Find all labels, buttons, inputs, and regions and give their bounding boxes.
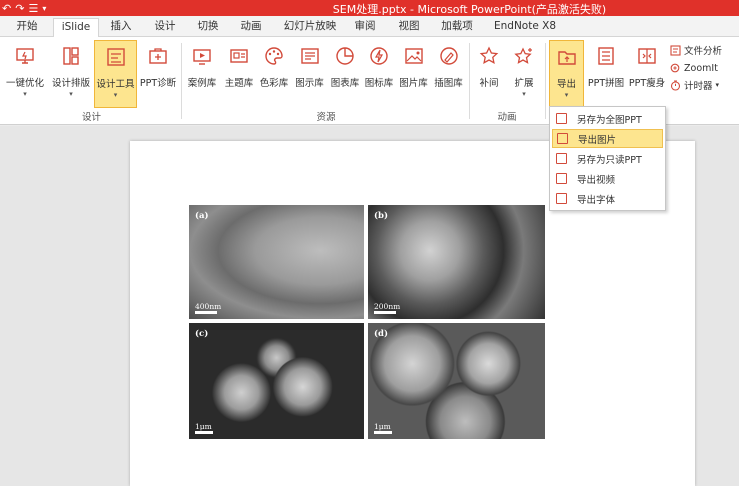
chart-library-button[interactable]: 图表库 (328, 40, 362, 108)
menu-item-export-fonts[interactable]: 导出字体 (552, 189, 663, 208)
tab-transitions[interactable]: 切换 (193, 18, 223, 37)
menu-item-save-as-readonly-ppt[interactable]: 另存为只读PPT (552, 149, 663, 168)
scale-bar (195, 311, 217, 314)
zoom-icon (670, 63, 680, 72)
tab-review[interactable]: 审阅 (350, 18, 380, 37)
file-analysis-icon (670, 44, 681, 56)
illustration-library-button[interactable]: 插图库 (431, 40, 466, 108)
one-click-optimize-button[interactable]: 一键优化 ▾ (4, 40, 46, 108)
ppt-file-icon (556, 113, 567, 124)
chevron-down-icon: ▾ (113, 91, 118, 99)
tab-endnote[interactable]: EndNote X8 (492, 18, 558, 37)
case-library-button[interactable]: 案例库 (184, 40, 220, 108)
bolt-icon (370, 47, 388, 65)
menu-item-export-video[interactable]: 导出视频 (552, 169, 663, 188)
tab-islide[interactable]: iSlide (53, 18, 99, 37)
medical-kit-icon (149, 48, 167, 64)
star-extend-icon (514, 47, 532, 64)
palette-icon (265, 47, 283, 65)
chevron-down-icon: ▾ (69, 90, 73, 98)
image-icon (404, 48, 423, 64)
sem-image-c[interactable]: (c) 1μm (189, 323, 364, 439)
diagram-library-button[interactable]: 图示库 (292, 40, 327, 108)
chevron-down-icon: ▾ (715, 81, 720, 89)
tab-home[interactable]: 开始 (12, 18, 42, 37)
tab-addins[interactable]: 加载项 (436, 18, 478, 37)
slides-icon (193, 49, 211, 65)
design-layout-button[interactable]: 设计排版 ▾ (49, 40, 93, 108)
layout-icon (63, 47, 79, 65)
sem-image-a[interactable]: (a) 400nm (189, 205, 364, 319)
tween-button[interactable]: 补间 (472, 40, 506, 108)
group-label-design: 设计 (81, 112, 101, 123)
scale-bar (374, 431, 392, 434)
export-folder-icon (557, 51, 576, 65)
file-analysis-button[interactable]: 文件分析 (670, 43, 722, 57)
pie-chart-icon (336, 47, 354, 65)
ppt-slim-button[interactable]: PPT瘦身 (627, 40, 667, 108)
theme-library-button[interactable]: 主题库 (221, 40, 257, 108)
theme-icon (230, 49, 248, 63)
sem-image-b[interactable]: (b) 200nm (368, 205, 545, 319)
zoomit-button[interactable]: ZoomIt (670, 61, 718, 75)
group-divider (181, 43, 182, 119)
tab-insert[interactable]: 插入 (106, 18, 136, 37)
image-file-icon (557, 133, 568, 144)
menu-item-save-as-image-ppt[interactable]: 另存为全图PPT (552, 109, 663, 128)
title-bar: ↶ ↷ ☰ ▾ SEM处理.pptx - Microsoft PowerPoin… (0, 0, 739, 16)
font-file-icon (556, 193, 567, 204)
sem-image-d[interactable]: (d) 1μm (368, 323, 545, 439)
design-tools-button[interactable]: 设计工具 ▾ (94, 40, 137, 108)
collage-icon (598, 47, 614, 65)
tab-design[interactable]: 设计 (150, 18, 180, 37)
tab-view[interactable]: 视图 (394, 18, 424, 37)
compress-icon (638, 48, 656, 64)
scale-bar (195, 431, 213, 434)
ppt-diagnose-button[interactable]: PPT诊断 (139, 40, 177, 108)
timer-icon (670, 80, 681, 91)
ppt-collage-button[interactable]: PPT拼图 (586, 40, 626, 108)
extend-button[interactable]: 扩展 ▾ (507, 40, 541, 108)
timer-button[interactable]: 计时器 ▾ (670, 78, 719, 92)
chevron-down-icon: ▾ (564, 91, 569, 99)
ribbon-tabs: 开始 iSlide 插入 设计 切换 动画 幻灯片放映 审阅 视图 加载项 En… (0, 16, 739, 37)
pen-icon (439, 47, 458, 65)
video-file-icon (556, 173, 567, 184)
image-library-button[interactable]: 图片库 (396, 40, 431, 108)
window-title: SEM处理.pptx - Microsoft PowerPoint(产品激活失败… (332, 3, 607, 16)
export-dropdown-menu: 另存为全图PPT 导出图片 另存为只读PPT 导出视频 导出字体 (549, 106, 666, 211)
scale-bar (374, 311, 396, 314)
diagram-icon (300, 48, 319, 64)
group-divider (469, 43, 470, 119)
tools-icon (106, 48, 125, 66)
group-label-resource: 资源 (316, 112, 336, 123)
tab-slideshow[interactable]: 幻灯片放映 (282, 18, 338, 37)
group-divider (545, 43, 546, 119)
monitor-icon (16, 48, 34, 64)
chevron-down-icon: ▾ (522, 90, 526, 98)
icon-library-button[interactable]: 图标库 (362, 40, 396, 108)
group-label-animation: 动画 (497, 112, 517, 123)
star-icon (479, 46, 499, 64)
tab-animations[interactable]: 动画 (236, 18, 266, 37)
menu-item-export-images[interactable]: 导出图片 (552, 129, 663, 148)
lock-file-icon (556, 153, 567, 164)
color-library-button[interactable]: 色彩库 (257, 40, 291, 108)
export-button[interactable]: 导出 ▾ (549, 40, 584, 108)
chevron-down-icon: ▾ (23, 90, 27, 98)
